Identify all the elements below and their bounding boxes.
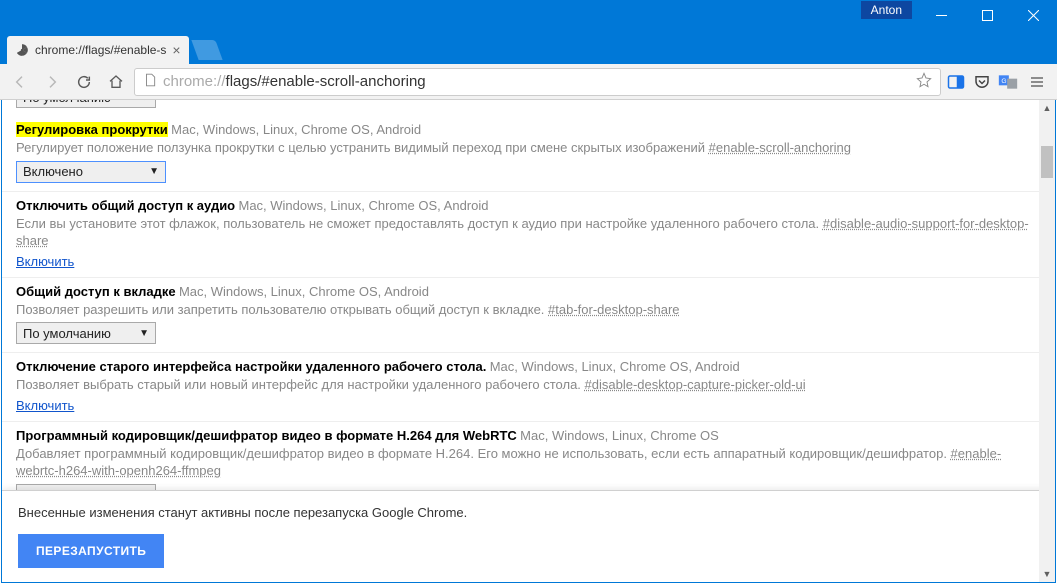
menu-button[interactable] bbox=[1023, 68, 1051, 96]
flag-item: Отключить общий доступ к аудио Mac, Wind… bbox=[2, 191, 1055, 277]
vertical-scrollbar[interactable]: ▲ ▼ bbox=[1039, 100, 1055, 582]
page-content: По умолчанию ▼ Регулировка прокрутки Mac,… bbox=[1, 100, 1056, 583]
user-badge[interactable]: Anton bbox=[861, 1, 912, 19]
flag-item: Отключение старого интерфейса настройки … bbox=[2, 352, 1055, 421]
flag-select[interactable]: По умолчанию ▼ bbox=[16, 322, 156, 344]
flag-platforms: Mac, Windows, Linux, Chrome OS, Android bbox=[238, 198, 488, 213]
chevron-down-icon: ▼ bbox=[139, 328, 149, 339]
scroll-down-arrow[interactable]: ▼ bbox=[1039, 566, 1055, 582]
flag-title: Регулировка прокрутки bbox=[16, 122, 168, 137]
home-button[interactable] bbox=[102, 68, 130, 96]
flag-hash-link[interactable]: #tab-for-desktop-share bbox=[548, 302, 680, 317]
flag-description: Позволяет выбрать старый или новый интер… bbox=[16, 376, 1041, 394]
bookmark-star-icon[interactable] bbox=[916, 72, 932, 91]
window-close-button[interactable] bbox=[1010, 1, 1056, 29]
restart-message: Внесенные изменения станут активны после… bbox=[18, 505, 1039, 520]
flag-select-value: По умолчанию bbox=[23, 326, 111, 341]
browser-toolbar: chrome://flags/#enable-scroll-anchoring … bbox=[0, 64, 1057, 100]
panel-extension-icon[interactable] bbox=[945, 71, 967, 93]
flag-select-partial[interactable]: По умолчанию▼ bbox=[16, 100, 156, 108]
reload-button[interactable] bbox=[70, 68, 98, 96]
pocket-extension-icon[interactable] bbox=[971, 71, 993, 93]
chevron-down-icon: ▼ bbox=[149, 166, 159, 177]
flag-enable-link[interactable]: Включить bbox=[16, 398, 74, 413]
flag-title: Общий доступ к вкладке bbox=[16, 284, 176, 299]
window-maximize-button[interactable] bbox=[964, 1, 1010, 29]
scroll-up-arrow[interactable]: ▲ bbox=[1039, 100, 1055, 116]
flag-title: Отключить общий доступ к аудио bbox=[16, 198, 235, 213]
flag-title: Отключение старого интерфейса настройки … bbox=[16, 359, 486, 374]
flag-hash-link[interactable]: #enable-scroll-anchoring bbox=[709, 140, 851, 155]
restart-button[interactable]: ПЕРЕЗАПУСТИТЬ bbox=[18, 534, 164, 568]
window-minimize-button[interactable] bbox=[918, 1, 964, 29]
chevron-down-icon: ▼ bbox=[139, 100, 149, 103]
window-titlebar: Anton bbox=[0, 0, 1057, 28]
forward-button[interactable] bbox=[38, 68, 66, 96]
flag-description: Позволяет разрешить или запретить пользо… bbox=[16, 301, 1041, 319]
flag-platforms: Mac, Windows, Linux, Chrome OS, Android bbox=[179, 284, 429, 299]
flag-item: Общий доступ к вкладке Mac, Windows, Lin… bbox=[2, 277, 1055, 353]
flag-platforms: Mac, Windows, Linux, Chrome OS, Android bbox=[490, 359, 740, 374]
new-tab-button[interactable] bbox=[191, 40, 222, 60]
svg-text:G: G bbox=[1001, 77, 1006, 84]
address-bar[interactable]: chrome://flags/#enable-scroll-anchoring bbox=[134, 68, 941, 96]
flag-description: Регулирует положение ползунка прокрутки … bbox=[16, 139, 1041, 157]
restart-bar: Внесенные изменения станут активны после… bbox=[2, 490, 1055, 582]
flag-item: Регулировка прокрутки Mac, Windows, Linu… bbox=[2, 116, 1055, 191]
flag-enable-link[interactable]: Включить bbox=[16, 254, 74, 269]
file-icon bbox=[143, 73, 157, 90]
flag-description: Если вы установите этот флажок, пользова… bbox=[16, 215, 1041, 250]
flag-select[interactable]: Включено ▼ bbox=[16, 161, 166, 183]
flag-hash-link[interactable]: #enable-webrtc-h264-with-openh264-ffmpeg bbox=[16, 446, 1001, 479]
tab-strip: chrome://flags/#enable-s × bbox=[0, 28, 1057, 64]
tab-title: chrome://flags/#enable-s bbox=[35, 43, 166, 57]
url-text: chrome://flags/#enable-scroll-anchoring bbox=[163, 73, 910, 90]
flag-select-value: Включено bbox=[23, 164, 83, 179]
radiation-icon bbox=[15, 43, 29, 57]
flag-hash-link[interactable]: #disable-desktop-capture-picker-old-ui bbox=[585, 377, 806, 392]
flag-description: Добавляет программный кодировщик/дешифра… bbox=[16, 445, 1041, 480]
scroll-thumb[interactable] bbox=[1041, 146, 1053, 178]
back-button[interactable] bbox=[6, 68, 34, 96]
browser-tab[interactable]: chrome://flags/#enable-s × bbox=[7, 36, 189, 64]
translate-extension-icon[interactable]: G bbox=[997, 71, 1019, 93]
flag-platforms: Mac, Windows, Linux, Chrome OS bbox=[520, 428, 719, 443]
flag-title: Программный кодировщик/дешифратор видео … bbox=[16, 428, 517, 443]
flag-platforms: Mac, Windows, Linux, Chrome OS, Android bbox=[171, 122, 421, 137]
flag-hash-link[interactable]: #disable-audio-support-for-desktop-share bbox=[16, 216, 1029, 249]
tab-close-button[interactable]: × bbox=[172, 43, 180, 57]
